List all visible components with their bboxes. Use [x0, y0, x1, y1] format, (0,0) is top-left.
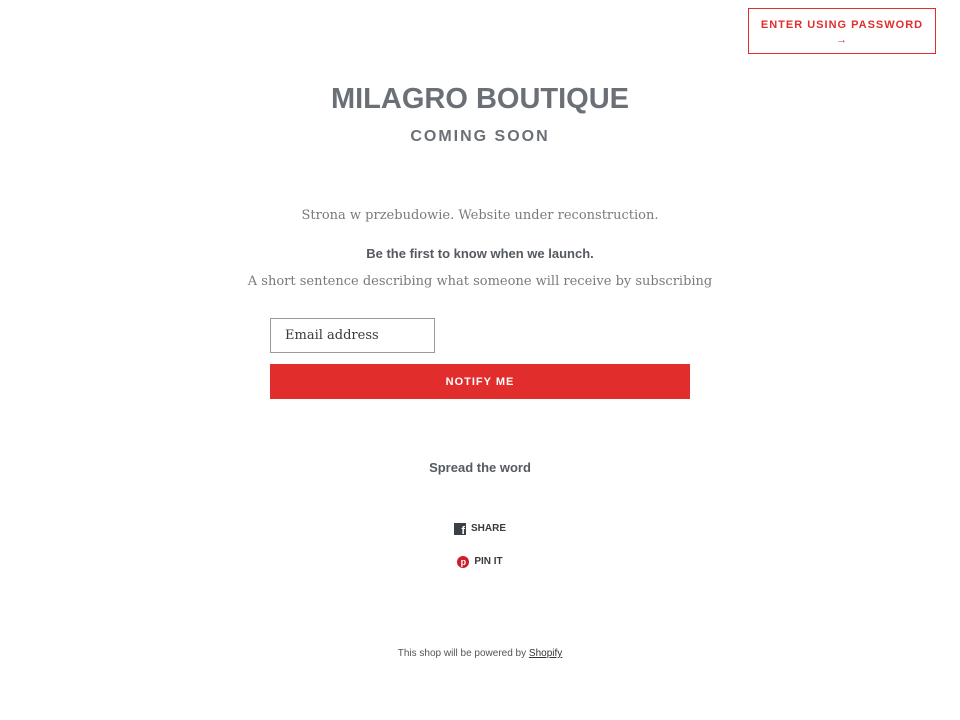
- enter-password-label: ENTER USING PASSWORD: [760, 19, 924, 31]
- store-name: MILAGRO BOUTIQUE: [330, 83, 630, 115]
- email-input[interactable]: [270, 318, 435, 353]
- share-facebook-link[interactable]: f SHARE: [453, 521, 506, 537]
- pin-it-label: PIN IT: [474, 556, 503, 567]
- shopify-link[interactable]: Shopify: [529, 648, 562, 659]
- enter-password-button[interactable]: ENTER USING PASSWORD →: [748, 8, 936, 54]
- coming-soon-heading: COMING SOON: [410, 128, 550, 145]
- arrow-right-icon: →: [836, 34, 848, 46]
- spread-the-word-heading: Spread the word: [429, 460, 531, 475]
- share-label: SHARE: [470, 523, 506, 534]
- footer-text: This shop will be powered by: [397, 648, 527, 659]
- pinterest-icon: p: [457, 556, 470, 568]
- notify-me-button[interactable]: NOTIFY ME: [270, 364, 690, 399]
- footer: This shop will be powered by Shopify: [0, 646, 960, 662]
- facebook-icon: f: [453, 523, 466, 537]
- subscribe-description: A short sentence describing what someone…: [247, 274, 713, 289]
- pin-it-link[interactable]: p PIN IT: [457, 554, 503, 570]
- store-message: Strona w przebudowie. Website under reco…: [301, 208, 659, 223]
- password-page: ENTER USING PASSWORD → MILAGRO BOUTIQUE …: [0, 0, 960, 720]
- share-pinterest-row: p PIN IT: [0, 554, 960, 572]
- launch-heading: Be the first to know when we launch.: [366, 246, 594, 261]
- share-facebook-row: f SHARE: [0, 521, 960, 539]
